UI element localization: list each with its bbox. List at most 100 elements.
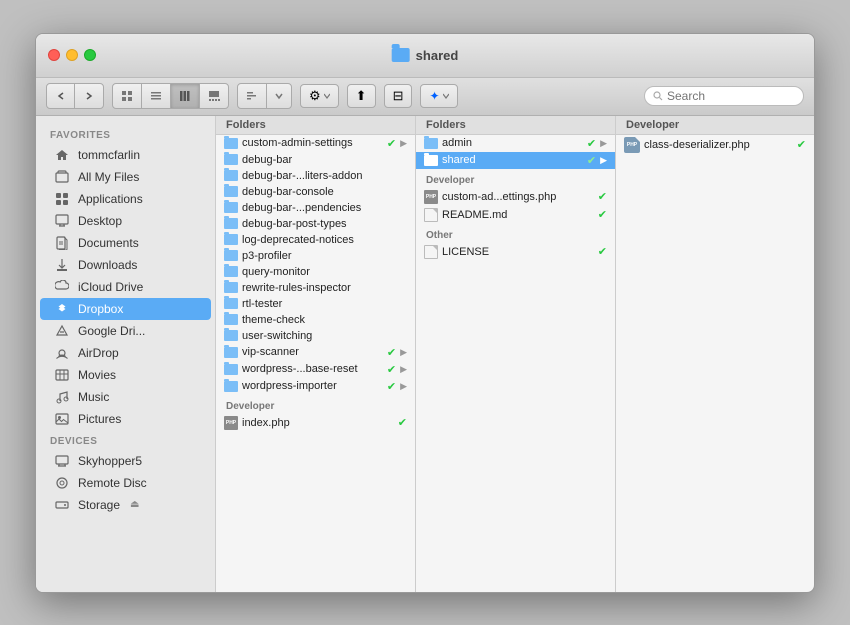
table-row[interactable]: admin ✔ ▶ [416,135,615,152]
file-name: custom-ad...ettings.php [442,191,594,203]
folder-icon [224,138,238,149]
sidebar-item-label: tommcfarlin [78,148,140,162]
sidebar-item-storage[interactable]: Storage ⏏ [40,494,211,516]
table-row[interactable]: README.md ✔ [416,206,615,224]
folder-icon [224,314,238,325]
file-name: theme-check [242,314,407,326]
file-name: p3-profiler [242,250,407,262]
dropbox-sidebar-icon [54,301,70,317]
tag-button[interactable]: ⊟ [384,84,413,108]
sidebar-item-movies[interactable]: Movies [40,364,211,386]
back-button[interactable] [47,84,75,108]
sidebar-item-google-drive[interactable]: Google Dri... [40,320,211,342]
table-row[interactable]: rewrite-rules-inspector [216,280,415,296]
cloud-icon [54,279,70,295]
php-large-icon: PHP [624,137,640,153]
gdrive-icon [54,323,70,339]
table-row[interactable]: PHP custom-ad...ettings.php ✔ [416,188,615,206]
sidebar-item-label: Dropbox [78,302,123,316]
eject-icon: ⏏ [130,499,139,510]
search-box[interactable] [644,86,804,106]
search-input[interactable] [667,89,787,103]
sidebar-item-music[interactable]: Music [40,386,211,408]
forward-button[interactable] [75,84,103,108]
sidebar-item-icloud[interactable]: iCloud Drive [40,276,211,298]
sidebar-item-label: Google Dri... [78,324,145,338]
sidebar-item-label: iCloud Drive [78,280,143,294]
table-row[interactable]: wordpress-importer ✔ ▶ [216,378,415,395]
sidebar-item-dropbox[interactable]: Dropbox [40,298,211,320]
file-name: debug-bar-...pendencies [242,202,407,214]
nav-buttons [46,83,104,109]
table-row[interactable]: LICENSE ✔ [416,243,615,261]
table-row[interactable]: debug-bar-...liters-addon [216,168,415,184]
table-row[interactable]: shared ✔ ▶ [416,152,615,169]
sidebar-item-applications[interactable]: Applications [40,188,211,210]
icon-view-icon [121,90,133,102]
arrow-icon: ▶ [400,381,407,392]
check-icon: ✔ [587,154,596,167]
table-row[interactable]: user-switching [216,328,415,344]
arrange-dropdown-button[interactable] [267,84,291,108]
folder-icon [224,186,238,197]
check-icon: ✔ [398,416,407,429]
table-row[interactable]: rtl-tester [216,296,415,312]
close-button[interactable] [48,49,60,61]
downloads-icon [54,257,70,273]
arrange-icon [246,90,258,102]
minimize-button[interactable] [66,49,78,61]
file-name: debug-bar-post-types [242,218,407,230]
check-icon: ✔ [387,380,396,393]
dropbox-icon: ✦ [429,89,439,103]
table-row[interactable]: PHP class-deserializer.php ✔ [616,135,814,155]
list-view-button[interactable] [142,84,171,108]
icon-view-button[interactable] [113,84,142,108]
table-row[interactable]: theme-check [216,312,415,328]
sidebar-item-all-my-files[interactable]: All My Files [40,166,211,188]
sidebar-item-desktop[interactable]: Desktop [40,210,211,232]
table-row[interactable]: vip-scanner ✔ ▶ [216,344,415,361]
file-name: rtl-tester [242,298,407,310]
applications-icon [54,191,70,207]
maximize-button[interactable] [84,49,96,61]
action-button[interactable]: ⚙ [300,84,339,108]
table-row[interactable]: custom-admin-settings ✔ ▶ [216,135,415,152]
sidebar-item-tommcfarlin[interactable]: tommcfarlin [40,144,211,166]
file-name: class-deserializer.php [644,139,793,151]
doc-icon [424,208,438,222]
table-row[interactable]: log-deprecated-notices [216,232,415,248]
dropbox-button[interactable]: ✦ [420,84,457,108]
sidebar-item-pictures[interactable]: Pictures [40,408,211,430]
sidebar-item-skyhopper5[interactable]: Skyhopper5 [40,450,211,472]
table-row[interactable]: debug-bar-post-types [216,216,415,232]
arrange-button[interactable] [238,84,267,108]
arrow-icon: ▶ [400,347,407,358]
cover-flow-button[interactable] [200,84,228,108]
table-row[interactable]: wordpress-...base-reset ✔ ▶ [216,361,415,378]
share-button[interactable]: ⬆ [347,84,376,108]
table-row[interactable]: PHP index.php ✔ [216,414,415,432]
column-3-header: Developer [616,116,814,135]
finder-window: shared [35,33,815,593]
table-row[interactable]: p3-profiler [216,248,415,264]
forward-icon [84,91,94,101]
folder-icon [224,381,238,392]
arrow-icon: ▶ [400,364,407,375]
sidebar-item-downloads[interactable]: Downloads [40,254,211,276]
sidebar-item-remote-disc[interactable]: Remote Disc [40,472,211,494]
all-files-icon [54,169,70,185]
sidebar-item-airdrop[interactable]: AirDrop [40,342,211,364]
gear-icon: ⚙ [309,88,321,104]
sidebar-item-documents[interactable]: Documents [40,232,211,254]
column-2: Folders admin ✔ ▶ shared ✔ ▶ Developer [416,116,616,592]
table-row[interactable]: debug-bar [216,152,415,168]
dropbox-dropdown-icon [443,93,449,99]
table-row[interactable]: debug-bar-console [216,184,415,200]
airdrop-icon [54,345,70,361]
column-view-button[interactable] [171,84,200,108]
table-row[interactable]: debug-bar-...pendencies [216,200,415,216]
favorites-label: Favorites [36,124,215,144]
table-row[interactable]: query-monitor [216,264,415,280]
file-name: vip-scanner [242,346,383,358]
check-icon: ✔ [598,245,607,258]
